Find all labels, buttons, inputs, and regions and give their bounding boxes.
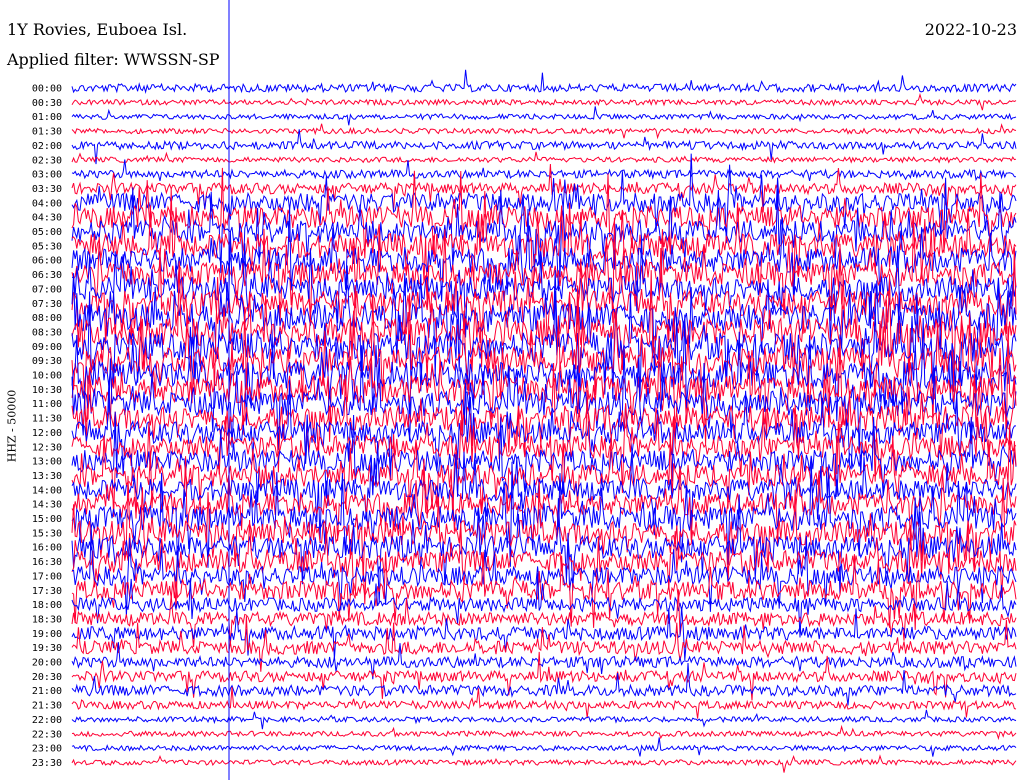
row-time-label: 04:00 — [32, 198, 62, 209]
row-time-label: 00:30 — [32, 98, 62, 109]
row-time-label: 11:30 — [32, 414, 62, 425]
row-time-label: 07:00 — [32, 284, 62, 295]
row-time-label: 23:00 — [32, 744, 62, 755]
trace-row — [71, 616, 1017, 672]
row-time-label: 21:30 — [32, 701, 62, 712]
row-time-label: 22:30 — [32, 729, 62, 740]
row-time-label: 09:30 — [32, 356, 62, 367]
row-time-label: 18:00 — [32, 600, 62, 611]
trace-row — [71, 69, 1017, 94]
row-time-label: 03:00 — [32, 170, 62, 181]
row-time-label: 23:30 — [32, 758, 62, 769]
trace-row — [71, 151, 1017, 164]
row-time-label: 19:00 — [32, 629, 62, 640]
trace-row — [71, 123, 1017, 140]
trace-row — [71, 106, 1017, 126]
row-time-label: 10:30 — [32, 385, 62, 396]
trace-row — [71, 159, 1017, 182]
time-tick-group: 00:00 00:30 01:00 01:30 02:00 02:30 03:00 03:30… — [32, 84, 62, 769]
row-time-label: 08:30 — [32, 327, 62, 338]
row-time-label: 02:00 — [32, 141, 62, 152]
row-time-label: 01:00 — [32, 112, 62, 123]
trace-row — [71, 737, 1017, 757]
trace-group — [71, 69, 1017, 773]
row-time-label: 11:00 — [32, 399, 62, 410]
row-time-label: 20:00 — [32, 658, 62, 669]
row-time-label: 12:30 — [32, 442, 62, 453]
trace-row — [71, 92, 1017, 111]
row-time-label: 06:00 — [32, 256, 62, 267]
trace-row — [71, 724, 1017, 741]
row-time-label: 07:30 — [32, 299, 62, 310]
row-time-label: 19:30 — [32, 643, 62, 654]
row-time-label: 15:30 — [32, 528, 62, 539]
row-time-label: 08:00 — [32, 313, 62, 324]
row-time-label: 04:30 — [32, 213, 62, 224]
row-time-label: 22:00 — [32, 715, 62, 726]
row-time-label: 10:00 — [32, 371, 62, 382]
row-time-label: 02:30 — [32, 155, 62, 166]
row-time-label: 18:30 — [32, 614, 62, 625]
row-time-label: 17:00 — [32, 571, 62, 582]
row-time-label: 00:00 — [32, 84, 62, 95]
helicorder-plot: 00:00 00:30 01:00 01:30 02:00 02:30 03:00 03:30… — [32, 0, 1017, 780]
row-time-label: 05:30 — [32, 241, 62, 252]
row-time-label: 09:00 — [32, 342, 62, 353]
row-time-label: 14:00 — [32, 485, 62, 496]
row-time-label: 16:30 — [32, 557, 62, 568]
row-time-label: 01:30 — [32, 127, 62, 138]
row-time-label: 06:30 — [32, 270, 62, 281]
row-time-label: 13:00 — [32, 457, 62, 468]
row-time-label: 21:00 — [32, 686, 62, 697]
trace-row — [71, 754, 1017, 773]
row-time-label: 20:30 — [32, 672, 62, 683]
row-time-label: 03:30 — [32, 184, 62, 195]
row-time-label: 17:30 — [32, 586, 62, 597]
row-time-label: 15:00 — [32, 514, 62, 525]
row-time-label: 13:30 — [32, 471, 62, 482]
row-time-label: 12:00 — [32, 428, 62, 439]
trace-row — [71, 662, 1017, 706]
row-time-label: 05:00 — [32, 227, 62, 238]
trace-row — [71, 709, 1017, 730]
row-time-label: 16:00 — [32, 543, 62, 554]
trace-row — [71, 573, 1017, 638]
row-time-label: 14:30 — [32, 500, 62, 511]
